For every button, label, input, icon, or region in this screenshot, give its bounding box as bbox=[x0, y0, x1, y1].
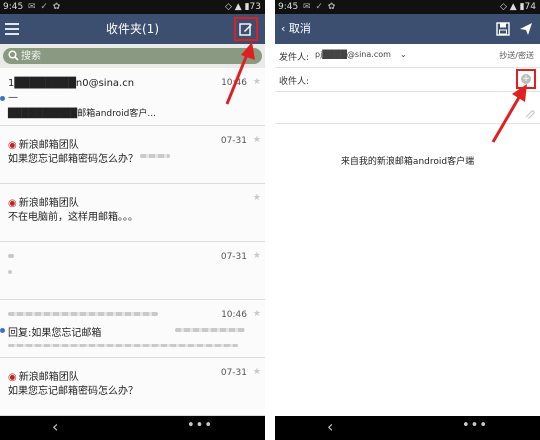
compose-header: ‹ 取消 bbox=[275, 14, 540, 44]
battery-level: 73 bbox=[249, 2, 261, 12]
redacted-text bbox=[8, 344, 238, 347]
mail-sender: 1████████n0@sina.cn bbox=[8, 78, 135, 89]
mail-item[interactable]: 10:46 ★ 回复:如果您忘记邮箱 bbox=[0, 300, 265, 358]
mail-date: 10:46 bbox=[221, 78, 247, 88]
status-right-icons: ◇ ▲ ▮74 bbox=[500, 2, 536, 12]
star-icon[interactable]: ★ bbox=[253, 77, 261, 87]
subject-field[interactable] bbox=[275, 100, 540, 124]
search-input[interactable] bbox=[21, 48, 258, 64]
battery-level: 74 bbox=[524, 2, 536, 12]
signature-text: 来自我的新浪邮箱android客户端 bbox=[340, 157, 475, 167]
body-editor[interactable] bbox=[275, 125, 540, 416]
star-icon[interactable]: ★ bbox=[253, 135, 261, 145]
more-icon[interactable]: ••• bbox=[187, 417, 213, 435]
chevron-down-icon[interactable]: ⌄ bbox=[400, 50, 407, 59]
mail-date: 10:46 bbox=[221, 310, 247, 320]
save-draft-icon[interactable] bbox=[496, 22, 510, 36]
cc-bcc-link[interactable]: 抄送/密送 bbox=[499, 50, 534, 61]
compose-button[interactable] bbox=[234, 17, 258, 41]
to-label: 收件人: bbox=[279, 77, 310, 87]
redacted-text bbox=[140, 154, 170, 158]
mail-date: 07-31 bbox=[220, 136, 247, 146]
back-icon[interactable]: ‹ bbox=[52, 418, 58, 436]
mail-sender: ◉ 新浪邮箱团队 bbox=[8, 136, 79, 151]
status-right-icons: ◇ ▲ ▮73 bbox=[225, 2, 261, 12]
mail-subject: 不在电脑前，这样用邮箱。。。 bbox=[8, 212, 138, 223]
inbox-header: 收件夹(1) bbox=[0, 14, 265, 44]
status-bar: 9:45 ✉ ✓ ✿ ◇ ▲ ▮74 bbox=[275, 0, 540, 14]
star-icon[interactable]: ★ bbox=[253, 193, 261, 203]
star-icon[interactable]: ★ bbox=[253, 367, 261, 377]
mail-subject: — bbox=[8, 92, 18, 103]
compose-screen: 9:45 ✉ ✓ ✿ ◇ ▲ ▮74 ‹ 取消 发件人: pj████@sina… bbox=[275, 0, 540, 440]
mail-subject: 如果您忘记邮箱密码怎么办？ bbox=[8, 154, 138, 165]
redacted-text bbox=[8, 254, 14, 258]
redacted-text bbox=[8, 270, 12, 274]
search-box[interactable] bbox=[3, 48, 262, 64]
status-bar: 9:45 ✉ ✓ ✿ ◇ ▲ ▮73 bbox=[0, 0, 265, 14]
plus-icon: + bbox=[521, 74, 531, 84]
inbox-screen: 9:45 ✉ ✓ ✿ ◇ ▲ ▮73 收件夹(1) 1████████n0@si… bbox=[0, 0, 265, 440]
cancel-button[interactable]: ‹ 取消 bbox=[281, 14, 311, 44]
mail-item[interactable]: 1████████n0@sina.cn 10:46 ★ — ██████████… bbox=[0, 68, 265, 126]
mail-subject: 如果您忘记邮箱密码怎么办？ bbox=[8, 386, 138, 397]
redacted-sender bbox=[8, 312, 158, 316]
unread-indicator bbox=[0, 96, 5, 101]
add-recipient-button[interactable]: + bbox=[516, 69, 536, 89]
redacted-text bbox=[175, 328, 245, 332]
more-icon[interactable]: ••• bbox=[462, 417, 488, 435]
cancel-label: 取消 bbox=[288, 22, 311, 35]
from-field[interactable]: 发件人: pj████@sina.com ⌄ 抄送/密送 bbox=[275, 44, 540, 68]
mail-preview: ██████████邮箱android客户... bbox=[8, 109, 156, 119]
mail-sender: ◉ 新浪邮箱团队 bbox=[8, 368, 79, 383]
unread-indicator bbox=[0, 328, 5, 333]
mail-date: 07-31 bbox=[220, 368, 247, 378]
mail-item[interactable]: ◉ 新浪邮箱团队 07-31 ★ 如果您忘记邮箱密码怎么办？ bbox=[0, 358, 265, 416]
star-icon[interactable]: ★ bbox=[253, 309, 261, 319]
mail-date: 07-31 bbox=[220, 252, 247, 262]
mail-item[interactable]: ◉ 新浪邮箱团队 ★ 不在电脑前，这样用邮箱。。。 bbox=[0, 184, 265, 242]
system-nav-bar: ‹ ••• bbox=[0, 416, 265, 440]
status-time: 9:45 bbox=[278, 2, 299, 12]
mail-item[interactable]: ◉ 新浪邮箱团队 07-31 ★ 如果您忘记邮箱密码怎么办？ bbox=[0, 126, 265, 184]
system-nav-bar: ‹ ••• bbox=[275, 416, 540, 440]
compose-icon bbox=[239, 23, 252, 36]
from-address[interactable]: pj████@sina.com bbox=[315, 50, 391, 59]
mail-sender: ◉ 新浪邮箱团队 bbox=[8, 194, 79, 209]
back-icon[interactable]: ‹ bbox=[327, 418, 333, 436]
send-icon[interactable] bbox=[519, 22, 533, 36]
status-time: 9:45 bbox=[3, 2, 24, 12]
search-icon bbox=[8, 50, 19, 61]
attachment-icon[interactable] bbox=[524, 108, 536, 120]
mail-item[interactable]: 07-31 ★ bbox=[0, 242, 265, 300]
search-bar bbox=[0, 44, 265, 68]
to-field[interactable]: 收件人: + bbox=[275, 68, 540, 92]
notification-icons: ✉ ✓ ✿ bbox=[303, 2, 337, 12]
page-title: 收件夹(1) bbox=[106, 22, 159, 36]
mail-subject: 回复:如果您忘记邮箱 bbox=[8, 328, 102, 339]
star-icon[interactable]: ★ bbox=[253, 251, 261, 261]
notification-icons: ✉ ✓ ✿ bbox=[28, 2, 62, 12]
mail-list: 1████████n0@sina.cn 10:46 ★ — ██████████… bbox=[0, 68, 265, 416]
from-label: 发件人: bbox=[279, 53, 310, 63]
